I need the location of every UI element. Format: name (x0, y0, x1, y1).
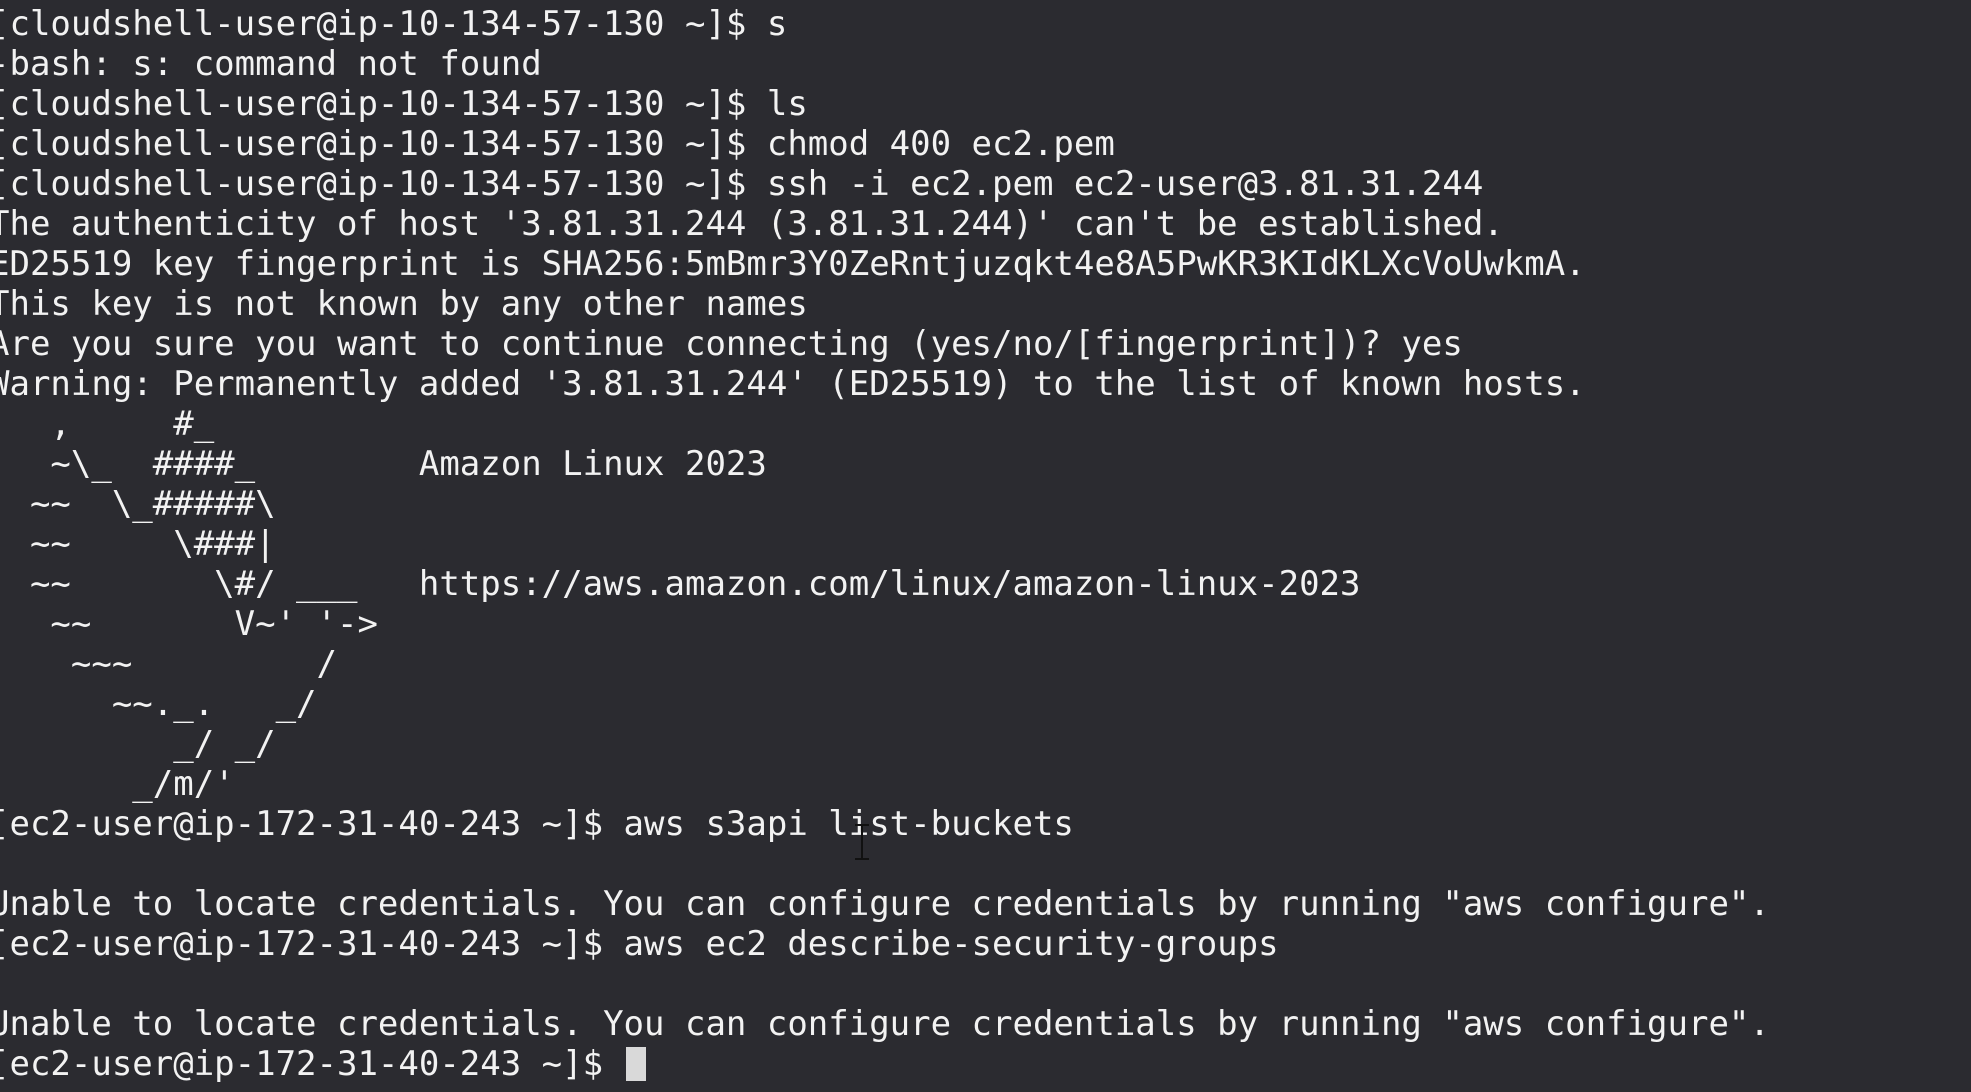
ascii-art-line: ~~._. _/ (0, 684, 317, 724)
ascii-art-line: ~~~ / (0, 644, 337, 684)
terminal-line: Are you sure you want to continue connec… (0, 324, 1463, 364)
text-cursor (625, 1047, 646, 1081)
ascii-art-line: _/ _/ (0, 724, 276, 764)
terminal-line: This key is not known by any other names (0, 284, 808, 324)
prompt-text: [ec2-user@ip-172-31-40-243 ~]$ (0, 1044, 624, 1084)
ascii-art-line: ~\_ ####_ Amazon Linux 2023 (0, 444, 767, 484)
ascii-art-line: _/m/' (0, 764, 235, 804)
terminal-output: [cloudshell-user@ip-10-134-57-130 ~]$ s … (0, 4, 1770, 1084)
terminal-line: Unable to locate credentials. You can co… (0, 884, 1770, 924)
terminal-line: ED25519 key fingerprint is SHA256:5mBmr3… (0, 244, 1586, 284)
terminal-line: [ec2-user@ip-172-31-40-243 ~]$ aws s3api… (0, 804, 1074, 844)
ascii-art-line: ~~ \###| (0, 524, 276, 564)
terminal-line: [cloudshell-user@ip-10-134-57-130 ~]$ s (0, 4, 788, 44)
ascii-art-line: ~~ V~' '-> (0, 604, 378, 644)
terminal-line: -bash: s: command not found (0, 44, 542, 84)
terminal-line: [cloudshell-user@ip-10-134-57-130 ~]$ ls (0, 84, 808, 124)
terminal-line: The authenticity of host '3.81.31.244 (3… (0, 204, 1504, 244)
ascii-art-line: ~~ \#/ ___ https://aws.amazon.com/linux/… (0, 564, 1361, 604)
ascii-art-line: ~~ \_#####\ (0, 484, 276, 524)
terminal-line: Unable to locate credentials. You can co… (0, 1004, 1770, 1044)
terminal-line: [cloudshell-user@ip-10-134-57-130 ~]$ ch… (0, 124, 1115, 164)
terminal-line: Warning: Permanently added '3.81.31.244'… (0, 364, 1586, 404)
mouse-ibeam-icon (855, 822, 869, 862)
ascii-art-line: , #_ (0, 404, 215, 444)
command-prompt-line[interactable]: [ec2-user@ip-172-31-40-243 ~]$ (0, 1044, 1770, 1084)
terminal-window[interactable]: [cloudshell-user@ip-10-134-57-130 ~]$ s … (0, 0, 1971, 1092)
terminal-line: [cloudshell-user@ip-10-134-57-130 ~]$ ss… (0, 164, 1484, 204)
terminal-line: [ec2-user@ip-172-31-40-243 ~]$ aws ec2 d… (0, 924, 1279, 964)
